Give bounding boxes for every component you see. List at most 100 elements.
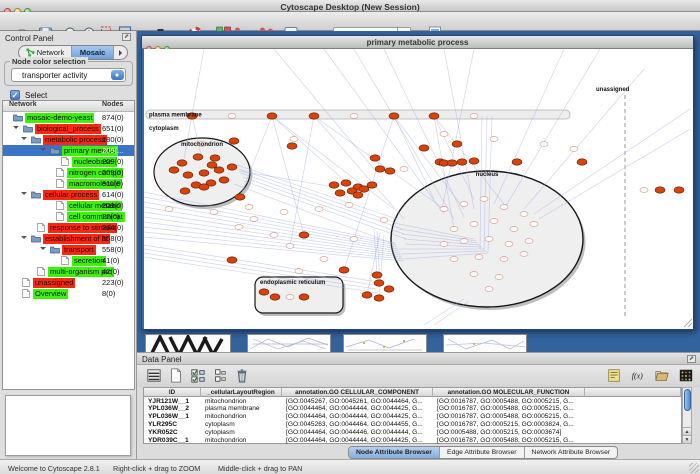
table-cell[interactable]: YKR052C: [148, 429, 199, 437]
data-panel-float-icon[interactable]: ⬈: [687, 355, 696, 363]
tree-row[interactable]: secretion41(0): [3, 255, 134, 266]
tree-row[interactable]: multi-organism pro42(0): [3, 266, 134, 277]
tree-row[interactable]: mosaic-demo-yeast874(0): [3, 112, 134, 123]
network-window-title-bar[interactable]: primary metabolic process: [142, 36, 693, 49]
formula-icon[interactable]: f(x): [629, 367, 647, 384]
background-window-2[interactable]: [343, 334, 427, 352]
table-cell[interactable]: cytoplasm: [205, 421, 280, 429]
tree-row[interactable]: nucleobase-209(0): [3, 156, 134, 167]
select-nodes-checkbox[interactable]: ✓: [10, 90, 20, 100]
tree-row[interactable]: response to stimulu264(0): [3, 222, 134, 233]
control-panel-float-icon[interactable]: ⬈: [122, 33, 131, 41]
table-row[interactable]: YJR121W__1 mitochondrion [GO:0045267, GO:0…: [144, 398, 681, 406]
table-cell[interactable]: YJR121W__1: [148, 398, 199, 406]
tree-row-label[interactable]: cellular process: [43, 190, 99, 200]
tree-expander-icon[interactable]: [40, 247, 46, 253]
table-column-header[interactable]: annotation.GO MOLECULAR_FUNCTION: [433, 388, 585, 397]
attribute-browser-tabs: Node Attribute Browser Edge Attribute Br…: [348, 446, 618, 459]
table-cell[interactable]: [GO:0045263, GO:0044464, GO:0044455, G..…: [286, 421, 431, 429]
table-cell[interactable]: plasma membrane: [205, 405, 280, 413]
tree-row[interactable]: biological_process651(0): [3, 123, 134, 134]
table-row[interactable]: YPL036W__1 mitochondrion [GO:0044464, GO:0…: [144, 413, 681, 421]
matrix-icon[interactable]: [677, 367, 695, 384]
node-color-dropdown[interactable]: transporter activity: [11, 68, 126, 82]
tree-row-label[interactable]: transport: [62, 245, 96, 255]
table-cell[interactable]: [GO:0016787, GO:0005488, GO:0005215, G..…: [437, 437, 583, 445]
table-row[interactable]: YKR052C cytoplasm [GO:0044464, GO:0044446,…: [144, 429, 681, 437]
table-cell[interactable]: [GO:0044464, GO:0044444, GO:0044425, G..…: [286, 413, 431, 421]
tree-row[interactable]: nitrogen compo209(0): [3, 167, 134, 178]
tree-row-label[interactable]: establishment of lo: [43, 234, 110, 244]
table-row[interactable]: YLR295C cytoplasm [GO:0045263, GO:0044464,…: [144, 421, 681, 429]
tree-row[interactable]: cellular process614(0): [3, 189, 134, 200]
tree-expander-icon[interactable]: [13, 126, 19, 132]
tree-row[interactable]: unassigned223(0): [3, 277, 134, 288]
table-column-header[interactable]: ID: [144, 388, 201, 397]
table-cell[interactable]: [GO:0045267, GO:0045261, GO:0044464, G..…: [286, 398, 431, 406]
select-attributes-icon[interactable]: [189, 367, 207, 384]
tree-row[interactable]: cell communicat22(0): [3, 211, 134, 222]
table-cell[interactable]: [GO:0044464, GO:0044444, GO:0044425, G..…: [286, 405, 431, 413]
attribute-select-icon[interactable]: [145, 367, 163, 384]
node-selected: [374, 280, 384, 286]
table-cell[interactable]: mitochondrion: [205, 413, 280, 421]
tree-row[interactable]: macromolecule311(0): [3, 178, 134, 189]
birds-eye-view[interactable]: [5, 395, 131, 456]
background-window-1[interactable]: [247, 334, 331, 352]
tab-edge-attribute-browser[interactable]: Edge Attribute Browser: [440, 447, 525, 458]
network-canvas-container[interactable]: plasma membranecytoplasmmitochondrionnuc…: [144, 49, 693, 329]
attribute-table[interactable]: ID_cellularLayoutRegionannotation.GO CEL…: [143, 387, 682, 444]
table-cell[interactable]: [GO:0005488, GO:0005215, GO:0003674]: [437, 429, 583, 437]
tree-row-label[interactable]: Overview: [33, 289, 68, 299]
table-cell[interactable]: [GO:0016787, GO:0005488, GO:0005215, G..…: [437, 405, 583, 413]
table-cell[interactable]: YPL036W__1: [148, 413, 199, 421]
edge: [424, 299, 464, 325]
create-attribute-icon[interactable]: [167, 367, 185, 384]
tree-expander-icon[interactable]: [21, 236, 27, 242]
tree-row-label[interactable]: unassigned: [33, 278, 75, 288]
tab-network-attribute-browser[interactable]: Network Attribute Browser: [525, 447, 618, 458]
tree-row[interactable]: metabolic process280(0): [3, 134, 134, 145]
resize-grip[interactable]: [689, 463, 699, 473]
annotation-icon[interactable]: [605, 367, 623, 384]
scroll-up-icon[interactable]: ▲: [683, 427, 691, 435]
tree-row[interactable]: Overview8(0): [3, 288, 134, 299]
tree-row[interactable]: primary metabo209(...: [3, 145, 134, 156]
tree-row[interactable]: transport558(0): [3, 244, 134, 255]
table-scrollbar[interactable]: ▲ ▼: [682, 387, 692, 444]
table-cell[interactable]: [GO:0016787, GO:0005488, GO:0005215, G..…: [437, 398, 583, 406]
table-cell[interactable]: YDR039C__1: [148, 437, 199, 445]
table-cell[interactable]: YPL036W__2: [148, 405, 199, 413]
table-cell[interactable]: mitochondrion: [205, 437, 280, 445]
tab-node-attribute-browser[interactable]: Node Attribute Browser: [349, 447, 440, 458]
tree-expander-icon[interactable]: [21, 137, 27, 143]
tab-overflow-button[interactable]: [114, 46, 127, 59]
network-canvas[interactable]: plasma membranecytoplasmmitochondrionnuc…: [144, 49, 693, 329]
table-row[interactable]: YPL036W__2 plasma membrane [GO:0044464, GO…: [144, 405, 681, 413]
table-cell[interactable]: YLR295C: [148, 421, 199, 429]
tree-row-label[interactable]: metabolic process: [43, 135, 107, 145]
scrollbar-thumb[interactable]: [684, 389, 691, 411]
table-cell[interactable]: [GO:0044464, GO:0044446, GO:0044444, G..…: [286, 429, 431, 437]
scroll-down-icon[interactable]: ▼: [683, 435, 691, 443]
tree-row-label[interactable]: biological_process: [35, 124, 101, 134]
delete-attribute-icon[interactable]: [233, 367, 251, 384]
background-window-logo[interactable]: [145, 334, 231, 352]
network-window[interactable]: primary metabolic process plasma membran…: [141, 35, 694, 330]
tree-row[interactable]: establishment of lo558(0): [3, 233, 134, 244]
import-icon[interactable]: [653, 367, 671, 384]
tree-expander-icon[interactable]: [40, 148, 46, 154]
unselect-attributes-icon[interactable]: [211, 367, 229, 384]
table-cell[interactable]: [GO:0044464, GO:0044444, GO:0044425, G..…: [286, 437, 431, 445]
tree-expander-icon[interactable]: [21, 192, 27, 198]
table-cell[interactable]: cytoplasm: [205, 429, 280, 437]
table-column-header[interactable]: _cellularLayoutRegion: [201, 388, 282, 397]
table-cell[interactable]: mitochondrion: [205, 398, 280, 406]
tree-row[interactable]: cellular metabo209(0): [3, 200, 134, 211]
table-cell[interactable]: [GO:0016787, GO:0005215, GO:0003824, G..…: [437, 421, 583, 429]
table-row[interactable]: YDR039C__1 mitochondrion [GO:0044464, GO:0…: [144, 437, 681, 445]
table-cell[interactable]: [GO:0016787, GO:0005488, GO:0005215, G..…: [437, 413, 583, 421]
table-column-header[interactable]: annotation.GO CELLULAR_COMPONENT: [282, 388, 433, 397]
tree-row-label[interactable]: mosaic-demo-yeast: [25, 113, 94, 123]
background-window-3[interactable]: [443, 334, 527, 352]
